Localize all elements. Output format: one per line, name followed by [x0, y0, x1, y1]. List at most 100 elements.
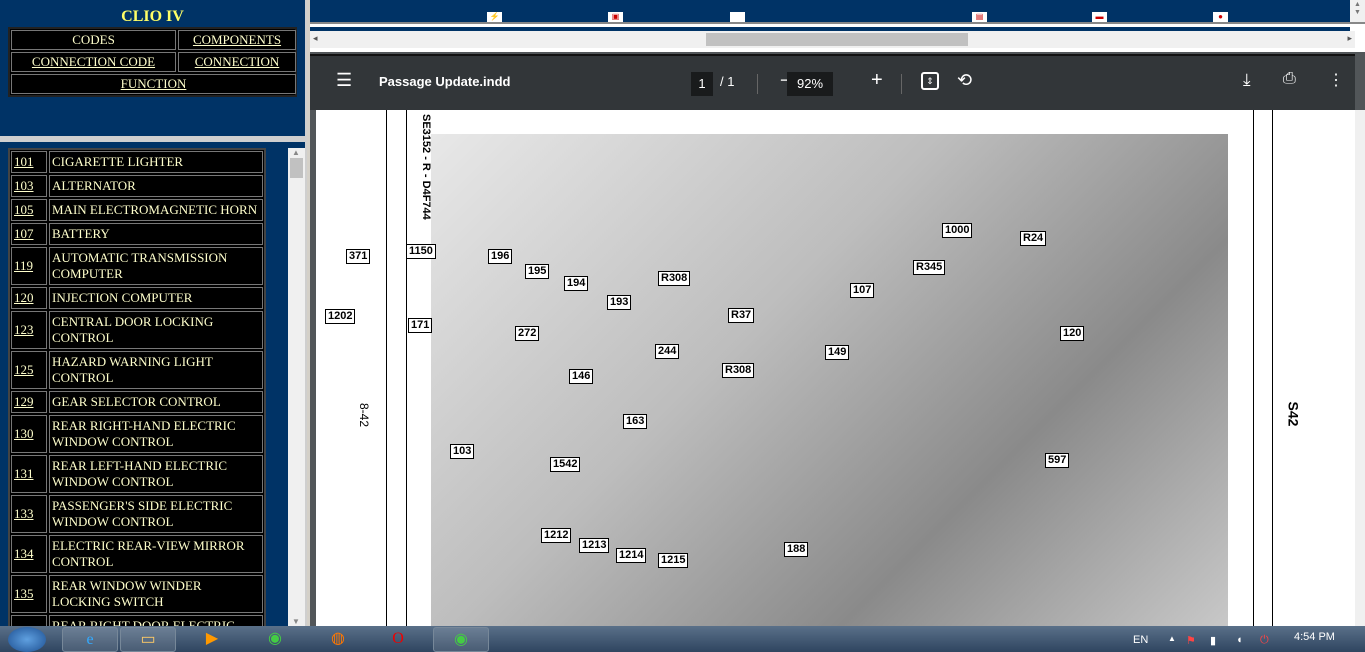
scroll-thumb[interactable]	[290, 158, 303, 178]
toolbar-icon-1[interactable]: ⚡	[487, 12, 502, 22]
taskbar-chrome-icon[interactable]: ◉	[247, 627, 303, 652]
engine-wiring-diagram: 371 1150 196 195 194 193 R308 1202 171 272 R37 107 1…	[325, 134, 1228, 626]
component-code-link[interactable]: 120	[11, 287, 47, 309]
diagram-label: 1213	[579, 538, 610, 553]
component-code-link[interactable]: 138	[11, 615, 47, 626]
component-name: REAR LEFT-HAND ELECTRIC WINDOW CONTROL	[49, 455, 263, 493]
taskbar-chrome-active-icon[interactable]: ◉	[433, 627, 489, 652]
connection-label: CONNECTION	[194, 54, 280, 69]
component-code-link[interactable]: 101	[11, 151, 47, 173]
component-code-link[interactable]: 119	[11, 247, 47, 285]
component-name: REAR WINDOW WINDER LOCKING SWITCH	[49, 575, 263, 613]
diagram-label: 371	[346, 249, 371, 264]
fit-page-icon[interactable]: ⇕	[921, 72, 939, 90]
horizontal-scrollbar[interactable]: ◂ ▸	[310, 31, 1355, 48]
scroll-right-icon[interactable]: ▸	[1347, 33, 1352, 44]
component-code-link[interactable]: 103	[11, 175, 47, 197]
language-indicator[interactable]: EN	[1133, 634, 1148, 646]
component-code-link[interactable]: 131	[11, 455, 47, 493]
component-row: 134 ELECTRIC REAR-VIEW MIRROR CONTROL	[11, 535, 263, 573]
component-code-link[interactable]: 123	[11, 311, 47, 349]
component-row: 105 MAIN ELECTROMAGNETIC HORN	[11, 199, 263, 221]
horizontal-scroll-thumb[interactable]	[706, 33, 968, 46]
download-icon[interactable]: ⤓	[1243, 70, 1251, 90]
component-row: 138REAR RIGHT DOOR ELECTRIC LOCKING	[11, 615, 263, 626]
diagram-label: 1150	[406, 244, 436, 259]
diagram-label: 1212	[541, 528, 572, 543]
diagram-label: 194	[564, 276, 589, 291]
menu-icon[interactable]: ☰	[336, 70, 352, 91]
toolbar-icon-5[interactable]: ▬	[1092, 12, 1107, 22]
pdf-toolbar: ☰ Passage Update.indd 1 / 1 − 92% + ⇕ ⟲ …	[310, 54, 1355, 110]
connection-code-link[interactable]: CONNECTION CODE	[11, 52, 176, 72]
component-code-link[interactable]: 129	[11, 391, 47, 413]
component-row: 123 CENTRAL DOOR LOCKING CONTROL	[11, 311, 263, 349]
volume-icon[interactable]: ◖	[1236, 634, 1243, 646]
nav-table: CODES COMPONENTS CONNECTION CODE CONNECT…	[8, 27, 297, 97]
scroll-left-icon[interactable]: ◂	[313, 33, 318, 44]
divider	[901, 74, 902, 94]
nav-panel: CLIO IV CODES COMPONENTS CONNECTION CODE…	[0, 0, 305, 136]
toolbar-icon-6[interactable]: ●	[1213, 12, 1228, 22]
component-code-link[interactable]: 134	[11, 535, 47, 573]
top-strip-scrollbar[interactable]: ▲ ▼	[1350, 0, 1365, 22]
show-hidden-icons[interactable]: ▲	[1168, 634, 1176, 643]
diagram-label: 163	[623, 414, 648, 429]
connection-link[interactable]: CONNECTION	[178, 52, 296, 72]
diagram-label: 196	[488, 249, 513, 264]
list-scrollbar[interactable]: ▲ ▼	[288, 148, 305, 626]
component-row: 120 INJECTION COMPUTER	[11, 287, 263, 309]
taskbar-explorer-icon[interactable]: ▭	[120, 627, 176, 652]
component-row: 133 PASSENGER'S SIDE ELECTRIC WINDOW CONT…	[11, 495, 263, 533]
component-name: CENTRAL DOOR LOCKING CONTROL	[49, 311, 263, 349]
document-title: Passage Update.indd	[379, 74, 511, 89]
diagram-label: 1542	[550, 457, 581, 472]
component-name: MAIN ELECTROMAGNETIC HORN	[49, 199, 263, 221]
components-link[interactable]: COMPONENTS	[178, 30, 296, 50]
page-number-input[interactable]: 1	[691, 72, 713, 96]
toolbar-icon-3[interactable]	[730, 12, 745, 22]
page-border-line	[1253, 110, 1254, 626]
taskbar-media-icon[interactable]: ▶	[184, 627, 240, 652]
signal-icon[interactable]: ▮	[1210, 634, 1216, 647]
diagram-label: 1215	[658, 553, 689, 568]
codes-link[interactable]: CODES	[11, 30, 176, 50]
toolbar-icon-4[interactable]: ▤	[972, 12, 987, 22]
network-icon[interactable]: ⚑	[1186, 634, 1196, 647]
diagram-label: R24	[1020, 231, 1047, 246]
taskbar-opera-icon[interactable]: O	[370, 627, 426, 652]
diagram-label: 120	[1060, 326, 1085, 341]
component-code-link[interactable]: 125	[11, 351, 47, 389]
more-options-icon[interactable]: ⋮	[1328, 70, 1344, 90]
component-row: 119 AUTOMATIC TRANSMISSION COMPUTER	[11, 247, 263, 285]
page-total: / 1	[720, 74, 735, 89]
component-code-link[interactable]: 133	[11, 495, 47, 533]
scroll-up-icon[interactable]: ▲	[292, 148, 300, 157]
page-border-line	[406, 110, 407, 626]
scroll-down-icon[interactable]: ▼	[292, 617, 300, 626]
start-button[interactable]	[8, 627, 46, 652]
diagram-label: 171	[408, 318, 433, 333]
component-code-link[interactable]: 135	[11, 575, 47, 613]
component-code-link[interactable]: 130	[11, 415, 47, 453]
diagram-label: 107	[850, 283, 875, 298]
taskbar-firefox-icon[interactable]: ◍	[310, 627, 366, 652]
diagram-label: 146	[569, 369, 594, 384]
component-code-link[interactable]: 105	[11, 199, 47, 221]
zoom-in-button[interactable]: +	[871, 69, 883, 92]
component-code-link[interactable]: 107	[11, 223, 47, 245]
clock[interactable]: 4:54 PM	[1294, 631, 1335, 643]
rotate-icon[interactable]: ⟲	[957, 70, 972, 91]
toolbar-icon-2[interactable]: ▣	[608, 12, 623, 22]
diagram-label: 193	[607, 295, 632, 310]
print-icon[interactable]: ⎙	[1283, 70, 1296, 88]
power-icon[interactable]: ⏻	[1260, 634, 1269, 647]
zoom-level-input[interactable]: 92%	[787, 72, 833, 96]
function-link[interactable]: FUNCTION	[11, 74, 296, 94]
component-row: 131 REAR LEFT-HAND ELECTRIC WINDOW CONTRO…	[11, 455, 263, 493]
right-frame: ⚡ ▣ ▤ ▬ ● ▲ ▼ ◂ ▸ ☰ Passage Update.indd 1…	[310, 0, 1365, 626]
taskbar-ie-icon[interactable]: e	[62, 627, 118, 652]
pdf-scrollbar[interactable]	[1355, 110, 1365, 626]
component-name: AUTOMATIC TRANSMISSION COMPUTER	[49, 247, 263, 285]
diagram-label: 188	[784, 542, 809, 557]
